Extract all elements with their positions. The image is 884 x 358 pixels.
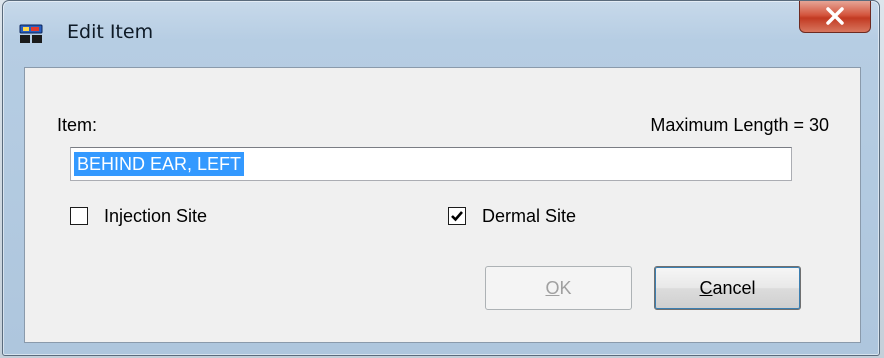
dermal-site-option[interactable]: Dermal Site: [448, 203, 576, 229]
cancel-button[interactable]: Cancel: [654, 266, 801, 310]
injection-site-checkbox[interactable]: [70, 207, 88, 225]
dermal-site-label: Dermal Site: [482, 205, 577, 226]
title-bar[interactable]: Edit Item: [3, 1, 879, 43]
injection-site-label: Injection Site: [104, 205, 208, 226]
cancel-button-label: Cancel: [699, 277, 756, 298]
dermal-site-checkbox[interactable]: [448, 207, 466, 225]
window-title: Edit Item: [67, 21, 154, 43]
close-button[interactable]: [799, 1, 871, 33]
injection-site-option[interactable]: Injection Site: [70, 203, 207, 229]
app-window-icon: [19, 24, 43, 44]
edit-item-dialog: Edit Item Item: Maximum Length = 30 BEHI…: [2, 0, 880, 356]
item-label: Item:: [57, 115, 98, 135]
max-length-label: Maximum Length = 30: [650, 115, 829, 135]
close-x-icon: [826, 7, 844, 25]
checkmark-icon: [451, 211, 463, 222]
item-input-value: BEHIND EAR, LEFT: [74, 152, 245, 176]
dialog-body: Item: Maximum Length = 30 BEHIND EAR, LE…: [24, 67, 861, 343]
ok-button[interactable]: OK: [485, 266, 632, 310]
item-input[interactable]: BEHIND EAR, LEFT: [70, 147, 792, 181]
ok-button-label: OK: [545, 277, 572, 298]
